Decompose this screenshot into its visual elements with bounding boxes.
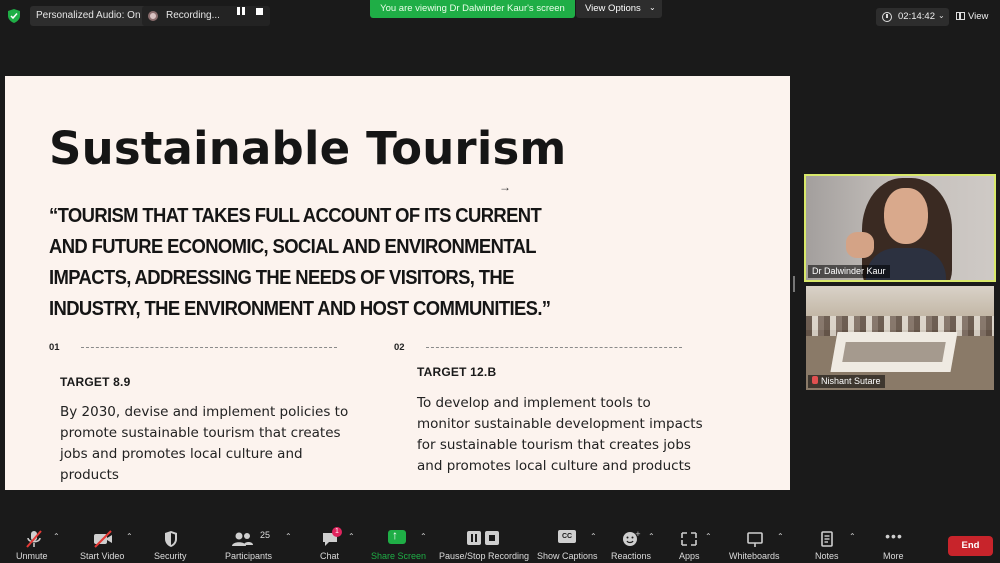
- slide-quote: “Tourism that takes full account of its …: [49, 204, 551, 320]
- chevron-down-icon: ⌄: [649, 3, 656, 12]
- meeting-toolbar: Unmute ⌃ Start Video ⌃ Security 25 Parti…: [0, 522, 1000, 563]
- start-video-button[interactable]: Start Video: [80, 528, 126, 561]
- meeting-timer[interactable]: 02:14:42 ⌄: [876, 8, 949, 26]
- chevron-up-icon[interactable]: ⌃: [53, 532, 60, 541]
- show-captions-button[interactable]: CC Show Captions: [537, 528, 598, 561]
- share-screen-label: Share Screen: [371, 551, 427, 561]
- clock-icon: [882, 12, 892, 22]
- video-conference-table: [830, 332, 958, 372]
- apps-label: Apps: [679, 551, 700, 561]
- view-layout-icon: [956, 12, 965, 20]
- video-tile-speaker[interactable]: Dr Dalwinder Kaur: [804, 174, 996, 282]
- whiteboards-button[interactable]: Whiteboards: [729, 528, 781, 561]
- recording-dot-icon: [148, 11, 158, 21]
- end-meeting-button[interactable]: End: [948, 536, 993, 556]
- chevron-up-icon[interactable]: ⌃: [348, 532, 355, 541]
- participants-label: Participants: [225, 551, 273, 561]
- divider: [426, 347, 682, 348]
- chevron-down-icon: ⌄: [938, 11, 945, 20]
- column-number: 01: [49, 342, 60, 353]
- pause-stop-recording-button[interactable]: Pause/Stop Recording: [439, 528, 529, 561]
- timer-value: 02:14:42: [898, 11, 935, 22]
- captions-icon: CC: [558, 528, 576, 550]
- video-tile-participant[interactable]: Nishant Sutare: [806, 286, 994, 390]
- top-bar: Personalized Audio: On Recording... You …: [0, 0, 1000, 30]
- recording-indicator: Recording...: [142, 6, 270, 26]
- notes-button[interactable]: Notes: [813, 528, 841, 561]
- chat-label: Chat: [320, 551, 340, 561]
- chevron-up-icon[interactable]: ⌃: [285, 532, 292, 541]
- more-icon: •••: [885, 528, 903, 544]
- whiteboard-icon: [747, 532, 763, 547]
- participants-count: 25: [260, 530, 271, 540]
- panel-resize-handle[interactable]: [793, 276, 795, 292]
- share-arrow-icon: [388, 528, 406, 544]
- view-label: View: [968, 11, 989, 22]
- viewing-screen-banner: You are viewing Dr Dalwinder Kaur's scre…: [370, 0, 575, 18]
- target-description: By 2030, devise and implement policies t…: [60, 404, 349, 483]
- shield-icon[interactable]: [8, 9, 20, 23]
- whiteboards-label: Whiteboards: [729, 551, 780, 561]
- unmute-label: Unmute: [16, 551, 48, 561]
- chevron-up-icon[interactable]: ⌃: [126, 532, 133, 541]
- slide-title: Sustainable Tourism: [49, 122, 567, 175]
- chat-button[interactable]: 1 Chat: [318, 527, 342, 561]
- participant-name-tag: Dr Dalwinder Kaur: [808, 265, 890, 278]
- chevron-up-icon[interactable]: ⌃: [705, 532, 712, 541]
- chevron-up-icon[interactable]: ⌃: [777, 532, 784, 541]
- recording-label: Recording...: [166, 10, 220, 21]
- recording-control-icon: [467, 531, 499, 545]
- show-captions-label: Show Captions: [537, 551, 598, 561]
- chat-unread-badge: 1: [332, 527, 342, 537]
- chevron-up-icon[interactable]: ⌃: [420, 532, 427, 541]
- target-title: TARGET 8.9: [60, 375, 131, 389]
- muted-mic-icon: [812, 376, 818, 384]
- stop-recording-icon[interactable]: [256, 8, 263, 15]
- reactions-label: Reactions: [611, 551, 652, 561]
- reactions-button[interactable]: + Reactions: [611, 528, 651, 561]
- muted-mic-icon: [26, 530, 42, 548]
- pause-stop-recording-label: Pause/Stop Recording: [439, 551, 530, 561]
- view-options-label: View Options: [585, 3, 641, 14]
- security-label: Security: [154, 551, 187, 561]
- video-off-icon: [94, 530, 112, 548]
- reactions-icon: +: [623, 530, 641, 546]
- apps-icon: [681, 532, 697, 546]
- view-options-button[interactable]: View Options ⌄: [576, 0, 662, 18]
- target-title: TARGET 12.B: [417, 365, 497, 379]
- arrow-cursor-icon: →: [499, 180, 511, 194]
- captions-glyph: CC: [558, 530, 576, 543]
- participant-name-tag: Nishant Sutare: [808, 375, 885, 388]
- shield-icon: [165, 531, 177, 547]
- svg-text:+: +: [635, 530, 641, 538]
- video-person-face: [884, 188, 928, 244]
- pause-recording-icon[interactable]: [236, 7, 246, 15]
- column-number: 02: [394, 342, 405, 353]
- start-video-label: Start Video: [80, 551, 125, 561]
- divider: [81, 347, 337, 348]
- security-button[interactable]: Security: [154, 528, 188, 561]
- shared-screen-slide: Sustainable Tourism → “Tourism that take…: [5, 76, 790, 490]
- participant-name: Nishant Sutare: [821, 376, 881, 386]
- share-screen-icon: [388, 528, 406, 550]
- target-description: To develop and implement tools to monito…: [417, 395, 703, 474]
- apps-button[interactable]: Apps: [677, 528, 701, 561]
- participants-button[interactable]: 25 Participants: [225, 528, 272, 561]
- chevron-up-icon[interactable]: ⌃: [590, 532, 597, 541]
- more-label: More: [883, 551, 904, 561]
- view-button[interactable]: View: [956, 8, 988, 26]
- chevron-up-icon[interactable]: ⌃: [849, 532, 856, 541]
- notes-label: Notes: [815, 551, 839, 561]
- share-screen-button[interactable]: Share Screen: [371, 528, 426, 561]
- personalized-audio-indicator[interactable]: Personalized Audio: On: [30, 6, 147, 26]
- chevron-up-icon[interactable]: ⌃: [648, 532, 655, 541]
- more-button[interactable]: ••• More: [881, 528, 907, 561]
- video-person-hand: [846, 232, 874, 258]
- unmute-button[interactable]: Unmute: [14, 528, 54, 561]
- notes-icon: [821, 531, 833, 547]
